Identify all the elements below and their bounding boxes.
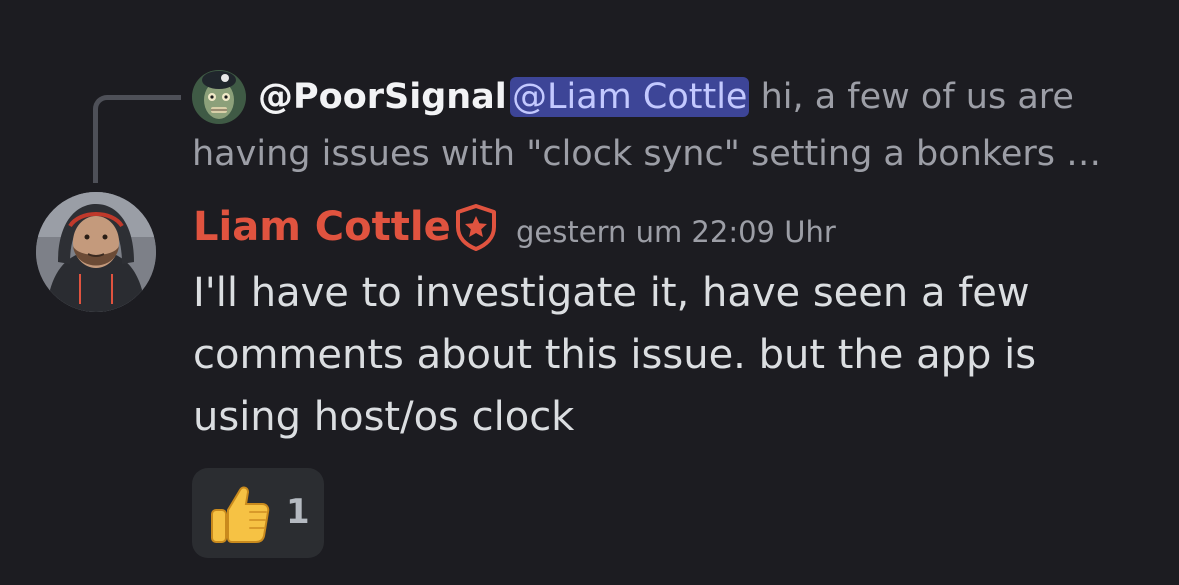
user-mention[interactable]: @Liam Cottle [510, 77, 750, 117]
reply-connector [93, 95, 181, 183]
message-line: using host/os clock [193, 394, 575, 440]
reply-author-avatar[interactable] [192, 70, 246, 124]
shield-star-badge-icon[interactable] [453, 203, 499, 251]
author-name[interactable]: Liam Cottle [193, 200, 451, 254]
reply-text-rest: hi, a few of us are [749, 77, 1074, 117]
user-photo-avatar-icon [36, 192, 156, 312]
reply-author-name[interactable]: @PoorSignal [258, 73, 507, 121]
message-timestamp[interactable]: gestern um 22:09 Uhr [516, 212, 836, 252]
message-line: comments about this issue. but the app i… [193, 332, 1037, 378]
message-line: I'll have to investigate it, have seen a… [193, 270, 1030, 316]
reaction-count: 1 [286, 492, 310, 532]
zombie-avatar-icon [192, 70, 246, 124]
thumbs-up-icon [211, 486, 270, 543]
reply-content-line-2: having issues with "clock sync" setting … [192, 134, 1102, 174]
author-avatar[interactable] [36, 192, 156, 312]
chat-message-view: @PoorSignal @Liam Cottle hi, a few of us… [0, 0, 1179, 585]
reply-content-line-1: @Liam Cottle hi, a few of us are [510, 73, 1074, 121]
reaction-thumbs-up[interactable]: 1 [192, 468, 324, 558]
message-content: I'll have to investigate it, have seen a… [193, 262, 1113, 448]
